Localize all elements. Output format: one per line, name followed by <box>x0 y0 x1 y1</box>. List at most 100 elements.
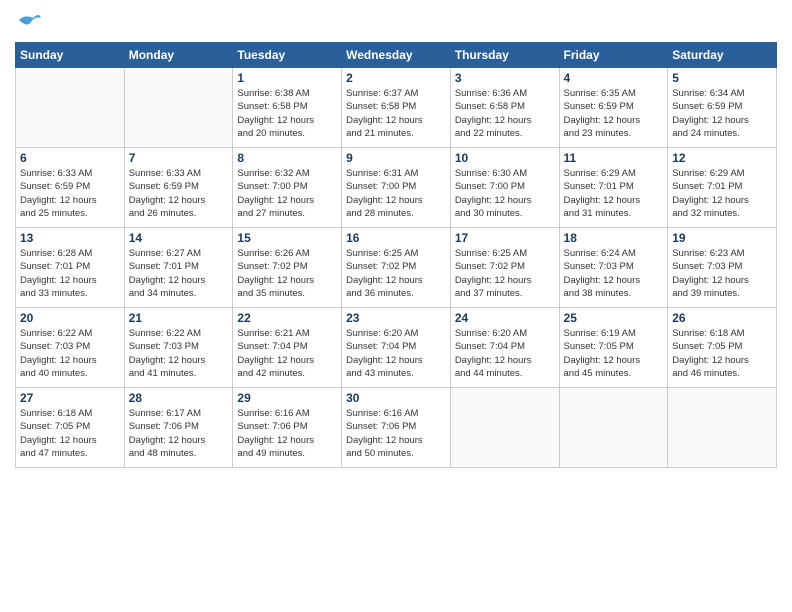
day-number: 3 <box>455 71 555 85</box>
day-detail: Sunrise: 6:25 AM Sunset: 7:02 PM Dayligh… <box>346 247 446 300</box>
calendar-cell: 15 Sunrise: 6:26 AM Sunset: 7:02 PM Dayli… <box>233 228 342 308</box>
day-number: 30 <box>346 391 446 405</box>
day-number: 10 <box>455 151 555 165</box>
day-number: 18 <box>564 231 664 245</box>
day-number: 6 <box>20 151 120 165</box>
calendar-cell <box>559 388 668 468</box>
day-detail: Sunrise: 6:20 AM Sunset: 7:04 PM Dayligh… <box>455 327 555 380</box>
calendar-cell: 7 Sunrise: 6:33 AM Sunset: 6:59 PM Daylig… <box>124 148 233 228</box>
calendar-cell: 14 Sunrise: 6:27 AM Sunset: 7:01 PM Dayli… <box>124 228 233 308</box>
day-number: 8 <box>237 151 337 165</box>
day-detail: Sunrise: 6:27 AM Sunset: 7:01 PM Dayligh… <box>129 247 229 300</box>
week-row-5: 27 Sunrise: 6:18 AM Sunset: 7:05 PM Dayli… <box>16 388 777 468</box>
calendar-cell: 25Sunrise: 6:19 AM Sunset: 7:05 PM Dayli… <box>559 308 668 388</box>
day-detail: Sunrise: 6:21 AM Sunset: 7:04 PM Dayligh… <box>237 327 337 380</box>
week-row-4: 20 Sunrise: 6:22 AM Sunset: 7:03 PM Dayli… <box>16 308 777 388</box>
calendar-cell: 16 Sunrise: 6:25 AM Sunset: 7:02 PM Dayli… <box>342 228 451 308</box>
logo-icon <box>15 10 43 38</box>
day-detail: Sunrise: 6:34 AM Sunset: 6:59 PM Dayligh… <box>672 87 772 140</box>
day-detail: Sunrise: 6:31 AM Sunset: 7:00 PM Dayligh… <box>346 167 446 220</box>
day-number: 13 <box>20 231 120 245</box>
day-number: 9 <box>346 151 446 165</box>
col-header-thursday: Thursday <box>450 43 559 68</box>
calendar-cell: 18 Sunrise: 6:24 AM Sunset: 7:03 PM Dayli… <box>559 228 668 308</box>
day-detail: Sunrise: 6:26 AM Sunset: 7:02 PM Dayligh… <box>237 247 337 300</box>
day-number: 11 <box>564 151 664 165</box>
calendar-cell: 19 Sunrise: 6:23 AM Sunset: 7:03 PM Dayli… <box>668 228 777 308</box>
day-detail: Sunrise: 6:33 AM Sunset: 6:59 PM Dayligh… <box>20 167 120 220</box>
col-header-friday: Friday <box>559 43 668 68</box>
day-detail: Sunrise: 6:18 AM Sunset: 7:05 PM Dayligh… <box>20 407 120 460</box>
calendar-header-row: SundayMondayTuesdayWednesdayThursdayFrid… <box>16 43 777 68</box>
day-detail: Sunrise: 6:24 AM Sunset: 7:03 PM Dayligh… <box>564 247 664 300</box>
day-detail: Sunrise: 6:16 AM Sunset: 7:06 PM Dayligh… <box>346 407 446 460</box>
day-detail: Sunrise: 6:30 AM Sunset: 7:00 PM Dayligh… <box>455 167 555 220</box>
day-detail: Sunrise: 6:22 AM Sunset: 7:03 PM Dayligh… <box>20 327 120 380</box>
calendar-cell: 4 Sunrise: 6:35 AM Sunset: 6:59 PM Daylig… <box>559 68 668 148</box>
calendar-cell: 11 Sunrise: 6:29 AM Sunset: 7:01 PM Dayli… <box>559 148 668 228</box>
day-detail: Sunrise: 6:23 AM Sunset: 7:03 PM Dayligh… <box>672 247 772 300</box>
day-detail: Sunrise: 6:32 AM Sunset: 7:00 PM Dayligh… <box>237 167 337 220</box>
day-number: 19 <box>672 231 772 245</box>
day-detail: Sunrise: 6:29 AM Sunset: 7:01 PM Dayligh… <box>564 167 664 220</box>
calendar-cell: 8 Sunrise: 6:32 AM Sunset: 7:00 PM Daylig… <box>233 148 342 228</box>
day-number: 17 <box>455 231 555 245</box>
day-number: 28 <box>129 391 229 405</box>
calendar-cell: 9 Sunrise: 6:31 AM Sunset: 7:00 PM Daylig… <box>342 148 451 228</box>
calendar-cell: 22 Sunrise: 6:21 AM Sunset: 7:04 PM Dayli… <box>233 308 342 388</box>
calendar-cell: 20 Sunrise: 6:22 AM Sunset: 7:03 PM Dayli… <box>16 308 125 388</box>
day-number: 16 <box>346 231 446 245</box>
calendar-cell: 12Sunrise: 6:29 AM Sunset: 7:01 PM Dayli… <box>668 148 777 228</box>
calendar-cell: 27 Sunrise: 6:18 AM Sunset: 7:05 PM Dayli… <box>16 388 125 468</box>
week-row-2: 6 Sunrise: 6:33 AM Sunset: 6:59 PM Daylig… <box>16 148 777 228</box>
day-detail: Sunrise: 6:37 AM Sunset: 6:58 PM Dayligh… <box>346 87 446 140</box>
calendar-cell: 6 Sunrise: 6:33 AM Sunset: 6:59 PM Daylig… <box>16 148 125 228</box>
day-number: 27 <box>20 391 120 405</box>
day-number: 14 <box>129 231 229 245</box>
calendar-cell: 2 Sunrise: 6:37 AM Sunset: 6:58 PM Daylig… <box>342 68 451 148</box>
calendar-cell: 10 Sunrise: 6:30 AM Sunset: 7:00 PM Dayli… <box>450 148 559 228</box>
day-number: 20 <box>20 311 120 325</box>
col-header-saturday: Saturday <box>668 43 777 68</box>
day-number: 5 <box>672 71 772 85</box>
day-number: 7 <box>129 151 229 165</box>
day-detail: Sunrise: 6:35 AM Sunset: 6:59 PM Dayligh… <box>564 87 664 140</box>
calendar-cell: 17 Sunrise: 6:25 AM Sunset: 7:02 PM Dayli… <box>450 228 559 308</box>
day-detail: Sunrise: 6:18 AM Sunset: 7:05 PM Dayligh… <box>672 327 772 380</box>
day-number: 25 <box>564 311 664 325</box>
col-header-monday: Monday <box>124 43 233 68</box>
page-header <box>15 10 777 38</box>
calendar-cell <box>450 388 559 468</box>
day-detail: Sunrise: 6:38 AM Sunset: 6:58 PM Dayligh… <box>237 87 337 140</box>
day-detail: Sunrise: 6:17 AM Sunset: 7:06 PM Dayligh… <box>129 407 229 460</box>
calendar-cell: 21 Sunrise: 6:22 AM Sunset: 7:03 PM Dayli… <box>124 308 233 388</box>
day-detail: Sunrise: 6:25 AM Sunset: 7:02 PM Dayligh… <box>455 247 555 300</box>
day-number: 2 <box>346 71 446 85</box>
day-number: 15 <box>237 231 337 245</box>
day-number: 26 <box>672 311 772 325</box>
day-detail: Sunrise: 6:16 AM Sunset: 7:06 PM Dayligh… <box>237 407 337 460</box>
calendar-cell: 24 Sunrise: 6:20 AM Sunset: 7:04 PM Dayli… <box>450 308 559 388</box>
day-detail: Sunrise: 6:33 AM Sunset: 6:59 PM Dayligh… <box>129 167 229 220</box>
calendar-cell: 30 Sunrise: 6:16 AM Sunset: 7:06 PM Dayli… <box>342 388 451 468</box>
col-header-wednesday: Wednesday <box>342 43 451 68</box>
day-number: 4 <box>564 71 664 85</box>
day-number: 23 <box>346 311 446 325</box>
calendar-cell: 29 Sunrise: 6:16 AM Sunset: 7:06 PM Dayli… <box>233 388 342 468</box>
calendar-cell: 5 Sunrise: 6:34 AM Sunset: 6:59 PM Daylig… <box>668 68 777 148</box>
day-number: 29 <box>237 391 337 405</box>
calendar-cell: 23 Sunrise: 6:20 AM Sunset: 7:04 PM Dayli… <box>342 308 451 388</box>
calendar-cell <box>124 68 233 148</box>
day-number: 21 <box>129 311 229 325</box>
calendar-cell <box>668 388 777 468</box>
col-header-tuesday: Tuesday <box>233 43 342 68</box>
calendar-table: SundayMondayTuesdayWednesdayThursdayFrid… <box>15 42 777 468</box>
day-number: 24 <box>455 311 555 325</box>
day-detail: Sunrise: 6:29 AM Sunset: 7:01 PM Dayligh… <box>672 167 772 220</box>
day-detail: Sunrise: 6:20 AM Sunset: 7:04 PM Dayligh… <box>346 327 446 380</box>
day-number: 22 <box>237 311 337 325</box>
day-detail: Sunrise: 6:28 AM Sunset: 7:01 PM Dayligh… <box>20 247 120 300</box>
day-detail: Sunrise: 6:22 AM Sunset: 7:03 PM Dayligh… <box>129 327 229 380</box>
col-header-sunday: Sunday <box>16 43 125 68</box>
calendar-cell: 1Sunrise: 6:38 AM Sunset: 6:58 PM Daylig… <box>233 68 342 148</box>
